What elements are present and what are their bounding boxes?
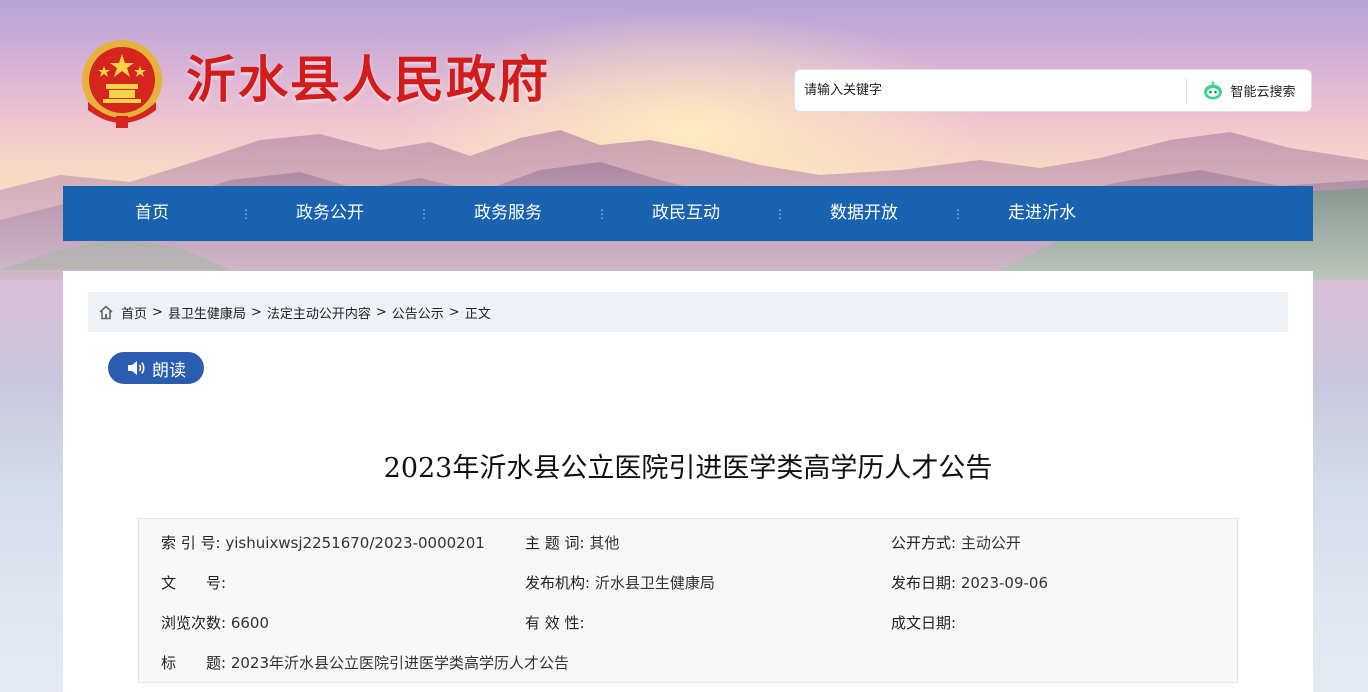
meta-views-value: 6600	[230, 614, 270, 632]
national-emblem-icon	[82, 40, 162, 128]
meta-doc-no-label: 文 号:	[161, 574, 227, 592]
meta-publisher-label: 发布机构:	[525, 574, 591, 592]
meta-row: 索 引 号: yishuixwsj2251670/2023-0000201 主 …	[139, 523, 1237, 563]
nav-item-interaction[interactable]: 政民互动	[597, 186, 775, 241]
robot-icon	[1204, 80, 1223, 99]
meta-index-value: yishuixwsj2251670/2023-0000201	[225, 534, 485, 552]
search-bar: 智能云搜索	[794, 69, 1312, 112]
meta-index-label: 索 引 号:	[161, 534, 221, 552]
breadcrumb-separator: >	[250, 304, 262, 320]
search-input[interactable]	[795, 70, 1186, 111]
meta-created-date-label: 成文日期:	[891, 614, 957, 632]
meta-publish-date-value: 2023-09-06	[960, 574, 1049, 592]
meta-open-mode-label: 公开方式:	[891, 534, 957, 552]
nav-item-open-data[interactable]: 数据开放	[775, 186, 953, 241]
meta-subject-label: 主 题 词:	[525, 534, 585, 552]
breadcrumb-announcements[interactable]: 公告公示	[392, 303, 444, 322]
breadcrumb-separator: >	[448, 304, 460, 320]
meta-title-label: 标 题:	[161, 654, 227, 672]
breadcrumb-separator: >	[152, 304, 163, 320]
speaker-icon	[128, 361, 145, 375]
meta-views-label: 浏览次数:	[161, 614, 227, 632]
meta-subject-value: 其他	[589, 534, 620, 552]
meta-row: 标 题: 2023年沂水县公立医院引进医学类高学历人才公告	[139, 643, 1237, 683]
site-title[interactable]: 沂水县人民政府	[186, 48, 550, 112]
breadcrumb-separator: >	[375, 304, 387, 320]
breadcrumb-current: 正文	[464, 306, 491, 322]
article-meta-table: 索 引 号: yishuixwsj2251670/2023-0000201 主 …	[138, 518, 1238, 683]
read-aloud-label: 朗读	[152, 360, 186, 381]
read-aloud-button[interactable]: 朗读	[108, 352, 204, 384]
nav-item-about-yishui[interactable]: 走进沂水	[953, 186, 1131, 241]
smart-search-button[interactable]: 智能云搜索	[1187, 70, 1311, 111]
meta-publisher-value: 沂水县卫生健康局	[594, 574, 715, 592]
nav-item-home[interactable]: 首页	[63, 186, 241, 241]
breadcrumb-home[interactable]: 首页	[121, 303, 147, 322]
breadcrumb: 首页 > 县卫生健康局 > 法定主动公开内容 > 公告公示 > 正文	[88, 292, 1288, 332]
smart-search-label: 智能云搜索	[1230, 85, 1296, 100]
article-title: 2023年沂水县公立医院引进医学类高学历人才公告	[383, 453, 993, 484]
nav-item-gov-affairs-open[interactable]: 政务公开	[241, 186, 419, 241]
breadcrumb-health-bureau[interactable]: 县卫生健康局	[168, 303, 246, 322]
meta-row: 文 号: 发布机构: 沂水县卫生健康局 发布日期: 2023-09-06	[139, 563, 1237, 603]
breadcrumb-statutory-disclosure[interactable]: 法定主动公开内容	[267, 303, 371, 322]
meta-title-value: 2023年沂水县公立医院引进医学类高学历人才公告	[230, 654, 570, 672]
content-panel: 首页 > 县卫生健康局 > 法定主动公开内容 > 公告公示 > 正文 朗读 20…	[63, 271, 1313, 692]
meta-open-mode-value: 主动公开	[960, 534, 1021, 552]
meta-validity-label: 有 效 性:	[525, 614, 585, 632]
nav-item-gov-services[interactable]: 政务服务	[419, 186, 597, 241]
main-nav: 首页 ⋮ 政务公开 ⋮ 政务服务 ⋮ 政民互动 ⋮ 数据开放 ⋮ 走进沂水	[63, 186, 1313, 241]
meta-publish-date-label: 发布日期:	[891, 574, 957, 592]
home-icon	[99, 304, 113, 319]
meta-row: 浏览次数: 6600 有 效 性: 成文日期:	[139, 603, 1237, 643]
